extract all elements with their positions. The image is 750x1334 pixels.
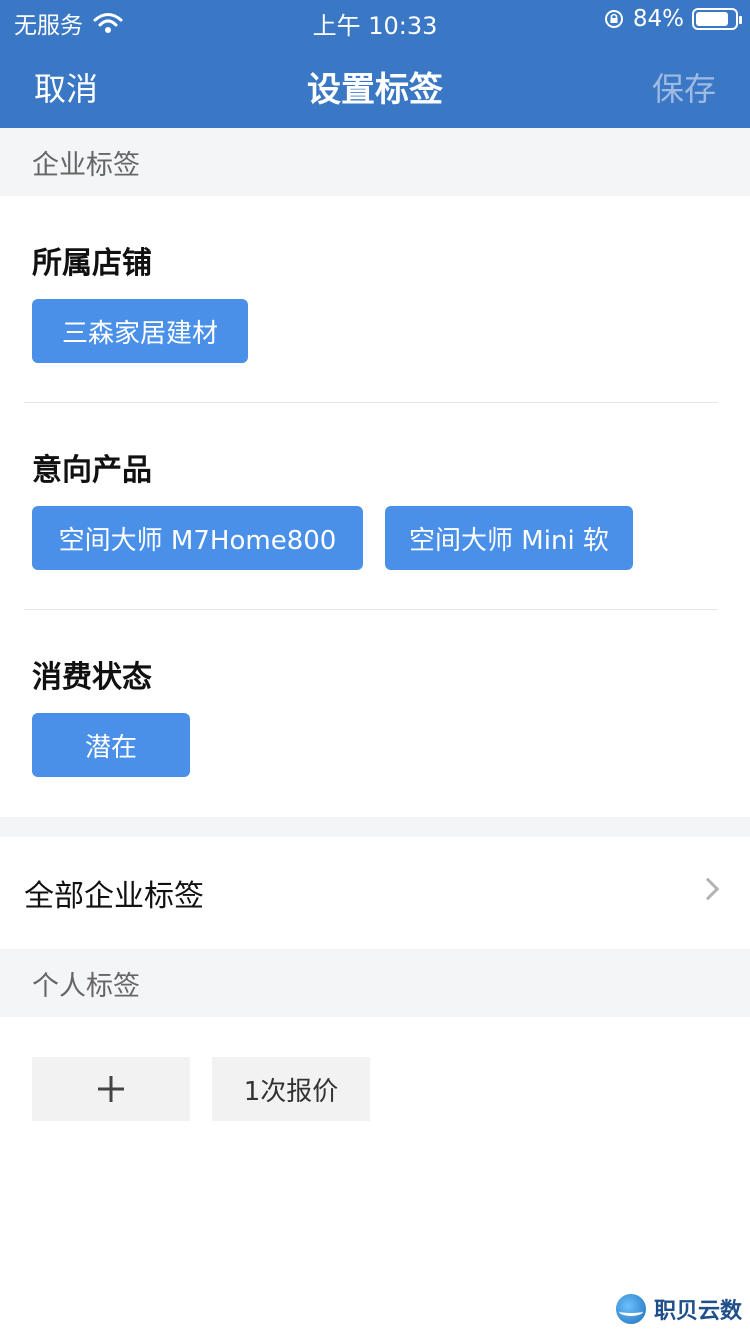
nav-bar: 取消 设置标签 保存 xyxy=(0,42,750,128)
battery-icon xyxy=(692,8,742,30)
divider xyxy=(24,609,718,610)
save-button[interactable]: 保存 xyxy=(652,64,716,110)
tag-store[interactable]: 三森家居建材 xyxy=(32,299,248,363)
battery-percent: 84% xyxy=(632,6,684,32)
enterprise-header-label: 企业标签 xyxy=(32,149,140,181)
all-enterprise-tags-row[interactable]: 全部企业标签 xyxy=(0,837,750,949)
watermark: 职贝云数 xyxy=(613,1292,742,1326)
personal-tag[interactable]: 1次报价 xyxy=(212,1057,370,1121)
watermark-text: 职贝云数 xyxy=(653,1299,742,1324)
all-enterprise-tags-label: 全部企业标签 xyxy=(24,879,204,914)
group-title-product: 意向产品 xyxy=(32,453,152,488)
battery-fill xyxy=(696,12,728,26)
personal-section-header: 个人标签 xyxy=(0,949,750,1017)
tag-product-1[interactable]: 空间大师 M7Home800 xyxy=(32,506,363,570)
watermark-logo-icon xyxy=(613,1292,648,1326)
tag-product-2[interactable]: 空间大师 Mini 软 xyxy=(385,506,633,570)
plus-icon xyxy=(98,1076,124,1102)
personal-header-label: 个人标签 xyxy=(32,970,140,1002)
enterprise-section-header: 企业标签 xyxy=(0,128,750,196)
page-title: 设置标签 xyxy=(307,70,443,110)
divider xyxy=(24,402,718,403)
group-title-status: 消费状态 xyxy=(32,660,152,695)
status-right: 84% xyxy=(603,6,742,32)
add-tag-button[interactable] xyxy=(32,1057,190,1121)
status-bar: 无服务 上午 10:33 84% xyxy=(0,0,750,42)
chevron-right-icon xyxy=(696,877,720,901)
section-spacer xyxy=(0,817,750,837)
orientation-lock-icon xyxy=(604,10,623,28)
tag-status[interactable]: 潜在 xyxy=(32,713,190,777)
group-title-store: 所属店铺 xyxy=(32,246,152,281)
